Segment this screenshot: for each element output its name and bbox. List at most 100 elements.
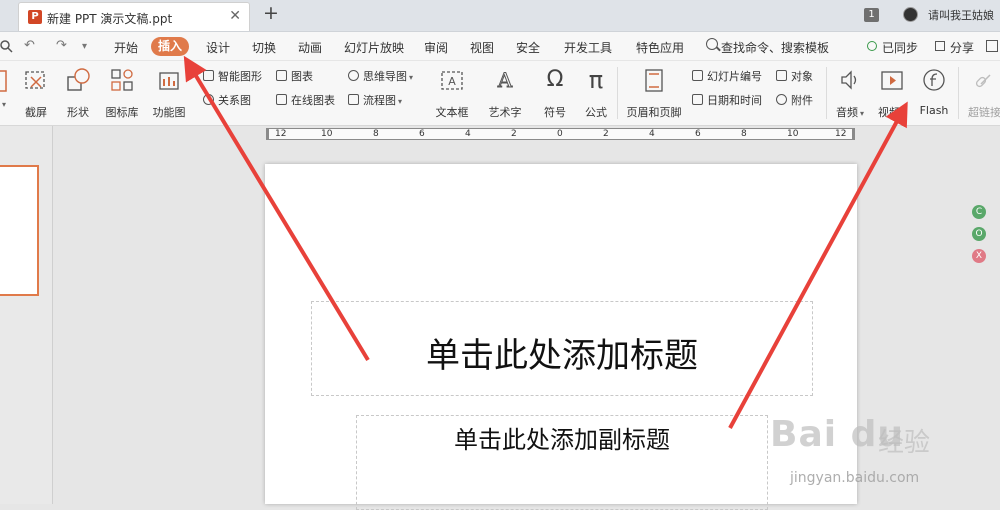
ribbon-divider [958, 67, 959, 119]
ruler-label: 4 [465, 129, 471, 139]
command-search[interactable]: 查找命令、搜索模板 [721, 39, 829, 56]
function-chart-icon [159, 72, 179, 90]
flash-icon [923, 69, 945, 91]
textbox-button[interactable]: A 文本框 [436, 67, 469, 119]
relationship-button[interactable]: 关系图 [203, 92, 251, 110]
sync-status[interactable]: 已同步 [882, 39, 918, 56]
tab-security[interactable]: 安全 [516, 39, 540, 56]
undo-icon[interactable]: ↶ [24, 38, 35, 53]
subtitle-placeholder[interactable]: 单击此处添加副标题 [356, 415, 768, 510]
audio-icon [841, 70, 857, 90]
video-button[interactable]: 视频 ▾ [878, 67, 906, 119]
ruler-label: 12 [275, 129, 287, 139]
slide-number-button[interactable]: 幻灯片编号 [692, 68, 762, 86]
share-button[interactable]: 分享 [950, 39, 974, 56]
datetime-button[interactable]: 日期和时间 [692, 92, 762, 110]
relationship-icon [203, 94, 214, 105]
title-placeholder[interactable]: 单击此处添加标题 [311, 301, 813, 396]
smartart-button[interactable]: 智能图形 [203, 68, 262, 86]
shapes-button[interactable]: 形状 [64, 67, 92, 119]
object-button[interactable]: 对象 [776, 68, 813, 86]
tab-transitions[interactable]: 切换 [252, 39, 276, 56]
shapes-icon [67, 68, 90, 91]
object-icon [776, 70, 787, 81]
user-name[interactable]: 请叫我王姑娘 [928, 7, 994, 23]
ruler-label: 10 [321, 129, 333, 139]
ruler-label: 2 [511, 129, 517, 139]
header-footer-icon [645, 69, 663, 92]
share-icon [935, 41, 945, 51]
baidu-jingyan-text: 经验 [878, 428, 931, 458]
title-placeholder-text: 单击此处添加标题 [426, 336, 698, 376]
icon-library-icon [111, 69, 133, 91]
search-icon[interactable] [706, 38, 718, 50]
mindmap-icon [348, 70, 359, 81]
attachment-button[interactable]: 附件 [776, 92, 813, 110]
close-tab-icon[interactable]: ✕ [229, 8, 241, 24]
slide-number-icon [692, 70, 703, 81]
window-count-badge[interactable]: 1 [864, 8, 879, 22]
ruler-label: 8 [373, 129, 379, 139]
flowchart-button[interactable]: 流程图 ▾ [348, 92, 402, 110]
online-chart-button[interactable]: 在线图表 [276, 92, 335, 110]
tab-home[interactable]: 开始 [114, 39, 138, 56]
cloud-sync-icon [867, 41, 877, 51]
floating-toolbar: C O X [970, 205, 1000, 275]
smartart-icon [203, 70, 214, 81]
tab-view[interactable]: 视图 [470, 39, 494, 56]
slide-thumbnail-panel [0, 126, 53, 504]
document-tab[interactable]: P 新建 PPT 演示文稿.ppt ✕ [18, 2, 250, 31]
tab-animations[interactable]: 动画 [298, 39, 322, 56]
more-options-icon[interactable] [986, 40, 998, 52]
hyperlink-button[interactable]: 超链接 [968, 67, 1000, 119]
textbox-icon: A [441, 71, 463, 90]
slide-canvas[interactable]: 单击此处添加标题 单击此处添加副标题 [265, 164, 857, 510]
video-icon [881, 71, 903, 90]
ppt-app-icon: P [28, 10, 42, 24]
mindmap-button[interactable]: 思维导图 ▾ [348, 68, 413, 86]
new-tab-button[interactable]: + [263, 2, 279, 24]
ruler-label: 6 [695, 129, 701, 139]
subtitle-placeholder-text: 单击此处添加副标题 [454, 426, 670, 454]
ruler-label: 6 [419, 129, 425, 139]
watermark-url: jingyan.baidu.com [790, 470, 920, 486]
ruler-label: 8 [741, 129, 747, 139]
symbol-button[interactable]: Ω 符号 [541, 67, 569, 119]
function-chart-button[interactable]: 功能图 [153, 67, 186, 119]
formula-button[interactable]: π 公式 [582, 67, 610, 119]
style-tool-icon[interactable]: O [972, 227, 986, 241]
tab-review[interactable]: 审阅 [424, 39, 448, 56]
insert-ribbon: ▾ 截屏 形状 图标库 功能图 智能图形 关系图 图表 在线图表 思维导图 ▾ 流… [0, 61, 1000, 126]
remove-tool-icon[interactable]: X [972, 249, 986, 263]
chart-button[interactable]: 图表 [276, 68, 313, 86]
tab-developer[interactable]: 开发工具 [564, 39, 612, 56]
icon-library-button[interactable]: 图标库 [106, 67, 139, 119]
menu-bar: ↶ ↷ ▾ 开始 插入 设计 切换 动画 幻灯片放映 审阅 视图 安全 开发工具… [0, 32, 1000, 60]
screenshot-icon [25, 71, 45, 89]
tab-featured-apps[interactable]: 特色应用 [636, 39, 684, 56]
tab-insert[interactable]: 插入 [151, 37, 189, 56]
ribbon-divider [617, 67, 618, 119]
quick-access-dropdown-icon[interactable]: ▾ [82, 41, 87, 52]
screenshot-button[interactable]: 截屏 [22, 67, 50, 119]
shape-tool-icon[interactable]: C [972, 205, 986, 219]
user-avatar[interactable] [903, 7, 918, 22]
new-slide-icon[interactable] [0, 69, 8, 93]
flash-button[interactable]: Flash [920, 67, 948, 117]
attachment-icon [776, 94, 787, 105]
redo-icon[interactable]: ↷ [56, 38, 67, 53]
wordart-button[interactable]: A 艺术字 [489, 67, 522, 120]
ruler-label: 2 [603, 129, 609, 139]
online-chart-icon [276, 94, 287, 105]
slide-thumbnail[interactable] [0, 165, 39, 296]
svg-text:A: A [448, 75, 456, 88]
hyperlink-icon [975, 74, 991, 88]
tab-design[interactable]: 设计 [206, 39, 230, 56]
ruler-label: 12 [835, 129, 847, 139]
header-footer-button[interactable]: 页眉和页脚 [627, 67, 682, 119]
tab-slideshow[interactable]: 幻灯片放映 [344, 39, 404, 56]
audio-button[interactable]: 音频 ▾ [836, 67, 864, 119]
svg-text:A: A [497, 68, 513, 92]
print-preview-icon[interactable] [0, 39, 14, 53]
omega-icon: Ω [546, 67, 564, 92]
